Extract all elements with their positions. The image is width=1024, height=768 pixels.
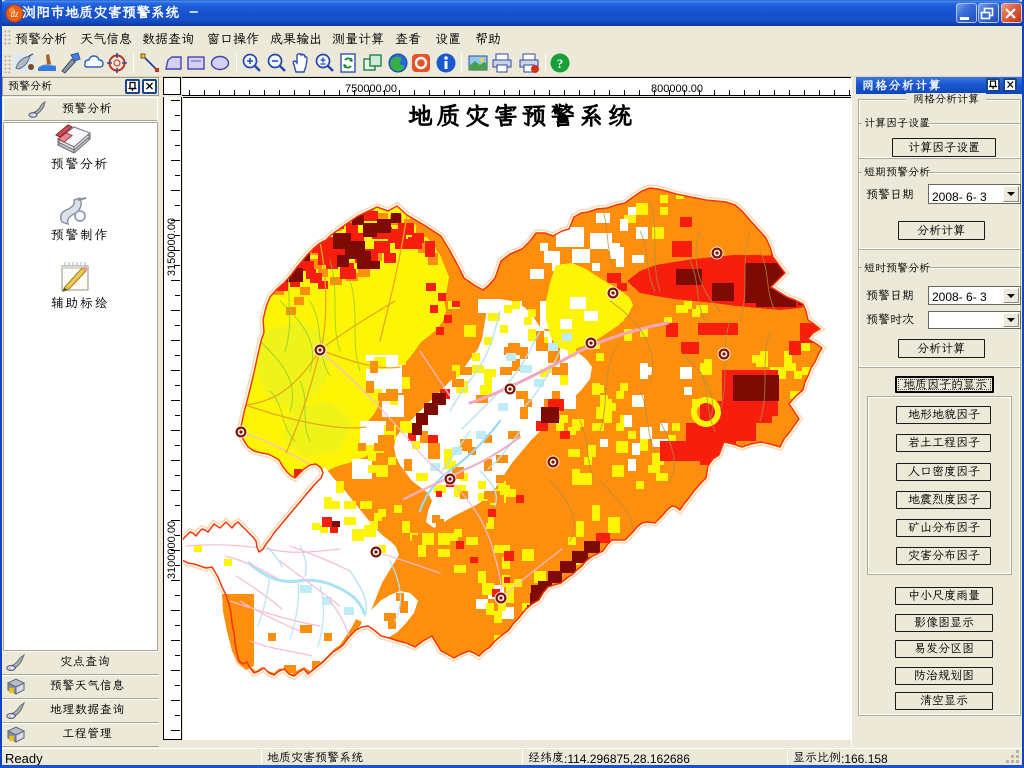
svg-text:?: ? [557,56,564,71]
svg-text:dz: dz [10,9,19,19]
